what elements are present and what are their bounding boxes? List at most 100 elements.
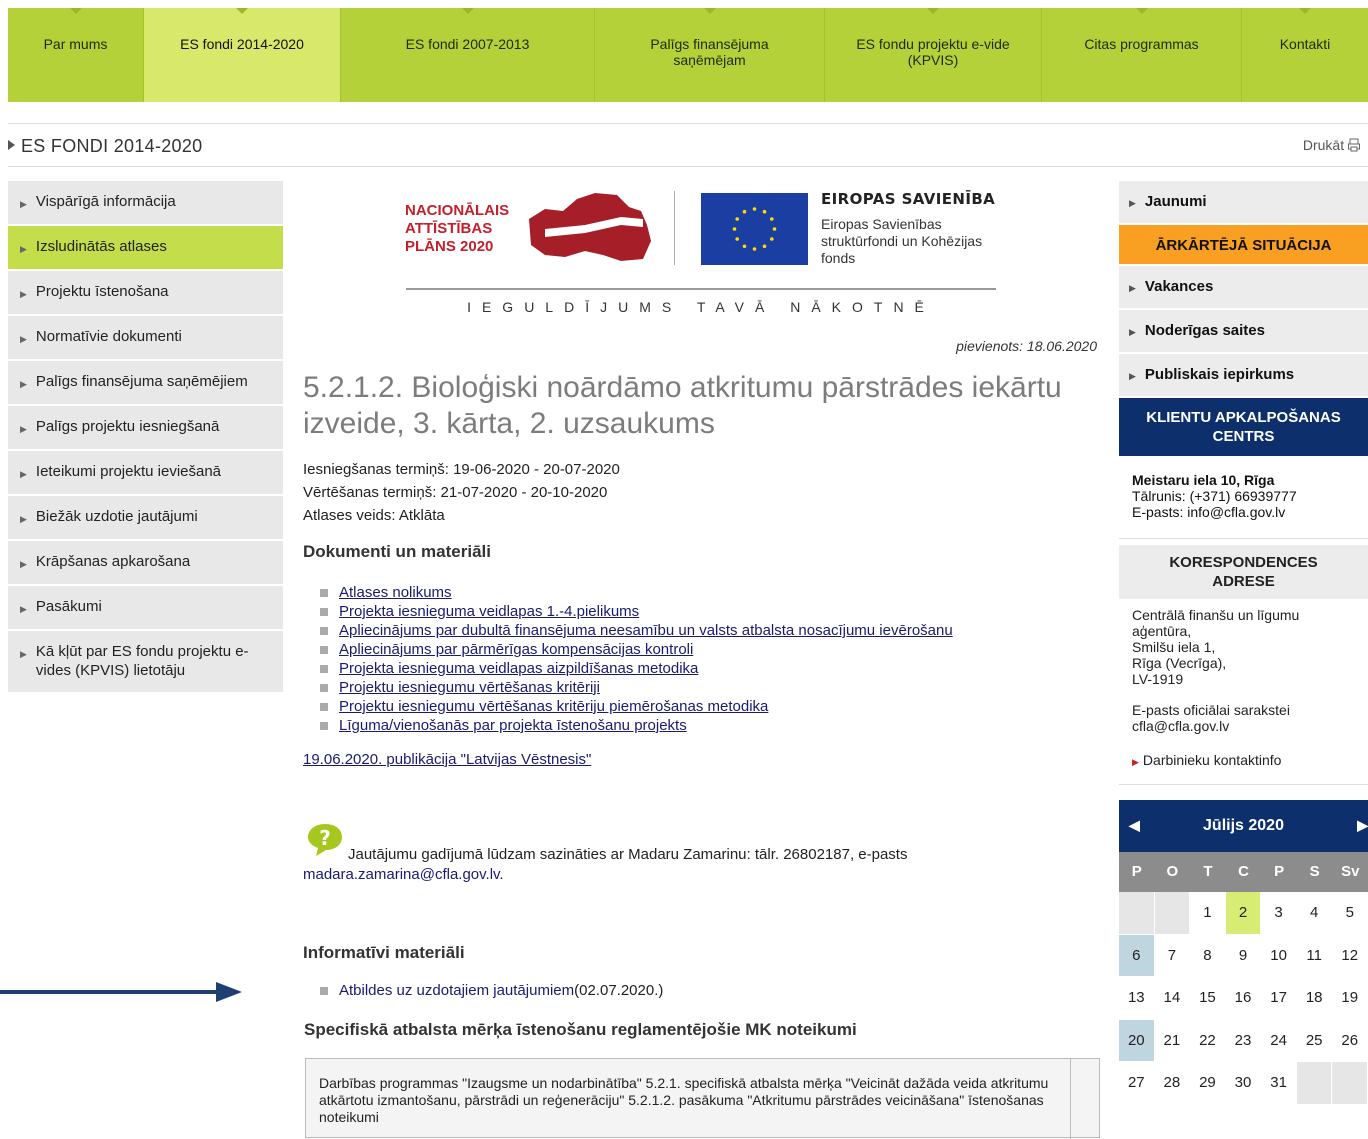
calendar-day[interactable]: 21 xyxy=(1154,1019,1191,1062)
bullet-icon xyxy=(320,683,328,692)
answers-link[interactable]: Atbildes uz uzdotajiem jautājumiem xyxy=(339,982,574,999)
documents-list: Atlases nolikums Projekta iesnieguma vei… xyxy=(320,583,953,735)
nav-es-fondi-2014-2020[interactable]: ES fondi 2014-2020 xyxy=(144,8,341,102)
calendar-day[interactable]: 29 xyxy=(1190,1062,1226,1105)
correspondence-title: KORESPONDENCES ADRESE xyxy=(1169,554,1318,590)
document-link[interactable]: Apliecinājums par dubultā finansējuma ne… xyxy=(339,621,953,640)
nap-line: NACIONĀLAIS xyxy=(405,202,510,219)
left-menu-item[interactable]: ▶ Palīgs finansējuma saņēmējiem xyxy=(8,361,283,406)
left-menu-item[interactable]: ▶ Krāpšanas apkarošana xyxy=(8,541,283,586)
left-menu-item[interactable]: ▶ Normatīvie dokumenti xyxy=(8,316,283,361)
calendar-day[interactable]: 7 xyxy=(1154,934,1191,977)
page-title: 5.2.1.2. Bioloģiski noārdāmo atkritumu p… xyxy=(303,371,1062,440)
left-menu-item[interactable]: ▶ Pasākumi xyxy=(8,586,283,631)
publication-link[interactable]: 19.06.2020. publikācija "Latvijas Vēstne… xyxy=(303,751,591,768)
list-item: Projekta iesnieguma veidlapas 1.-4.pieli… xyxy=(320,602,953,621)
nav-es-fondu-evide[interactable]: ES fondu projektu e-vide (KPVIS) xyxy=(825,8,1042,102)
email-label: E-pasts oficiālai sarakstei xyxy=(1132,702,1290,718)
document-link[interactable]: Projektu iesniegumu vērtēšanas kritēriju… xyxy=(339,697,768,716)
document-link[interactable]: Apliecinājums par pārmērīgas kompensācij… xyxy=(339,640,693,659)
calendar-day[interactable]: 25 xyxy=(1296,1019,1333,1062)
calendar-day[interactable]: 28 xyxy=(1154,1062,1191,1105)
document-link[interactable]: Atlases nolikums xyxy=(339,583,452,602)
weekday-label: O xyxy=(1166,863,1179,880)
table-column-divider xyxy=(1070,1059,1071,1139)
email-line: E-pasts: info@cfla.gov.lv xyxy=(1132,504,1286,520)
latvia-map-icon xyxy=(529,193,651,261)
bullet-icon xyxy=(320,645,328,654)
calendar-day[interactable]: 23 xyxy=(1225,1019,1262,1062)
list-item: Līguma/vienošanās par projekta īstenošan… xyxy=(320,716,953,735)
calendar-day[interactable]: 10 xyxy=(1261,934,1297,977)
calendar-day[interactable]: 14 xyxy=(1154,977,1191,1020)
calendar-day[interactable]: 11 xyxy=(1296,934,1333,977)
sidebar-item-iepirkums[interactable]: ▶ Publiskais iepirkums xyxy=(1119,354,1368,398)
document-link[interactable]: Projektu iesniegumu vērtēšanas kritēriji xyxy=(339,678,600,697)
divider xyxy=(8,123,1368,124)
arrow-right-icon: ▶ xyxy=(1132,757,1139,767)
calendar-day[interactable]: 8 xyxy=(1190,934,1226,977)
calendar-day[interactable]: 20 xyxy=(1119,1019,1155,1062)
calendar-day[interactable]: 30 xyxy=(1225,1062,1262,1105)
menu-label: Kā kļūt par ES fondu projektu e-vides (K… xyxy=(35,643,249,679)
calendar-day[interactable]: 24 xyxy=(1261,1019,1297,1062)
left-menu-item[interactable]: ▶ Projektu īstenošana xyxy=(8,271,283,316)
contact-email-link[interactable]: madara.zamarina@cfla.gov.lv xyxy=(303,866,499,883)
nav-es-fondi-2007-2013[interactable]: ES fondi 2007-2013 xyxy=(341,8,595,102)
nap-line: PLĀNS 2020 xyxy=(405,238,494,255)
invest-slogan: IEGULDĪJUMS TAVĀ NĀKOTNĒ xyxy=(467,299,935,315)
calendar-day[interactable]: 5 xyxy=(1332,892,1368,935)
eu-description: Eiropas Savienības struktūrfondi un Kohē… xyxy=(821,216,983,266)
main-content: NACIONĀLAIS ATTĪSTĪBAS PLĀNS 2020 EIROPA… xyxy=(303,181,1100,1139)
calendar-day[interactable]: 22 xyxy=(1190,1019,1226,1062)
left-menu-item[interactable]: ▶ Vispārīgā informācija xyxy=(8,181,283,226)
calendar-day[interactable]: 2 xyxy=(1225,892,1262,935)
calendar-day[interactable]: 1 xyxy=(1190,892,1226,935)
document-link[interactable]: Projekta iesnieguma veidlapas 1.-4.pieli… xyxy=(339,602,639,621)
document-link[interactable]: Līguma/vienošanās par projekta īstenošan… xyxy=(339,716,687,735)
calendar-week: 12345 xyxy=(1119,892,1368,935)
calendar-day[interactable]: 31 xyxy=(1261,1062,1297,1105)
contact-message: Jautājumu gadījumā lūdzam sazināties ar … xyxy=(348,846,908,863)
list-item: Atbildes uz uzdotajiem jautājumiem (02.0… xyxy=(320,982,663,999)
address-line: Centrālā finanšu un līgumu aģentūra, xyxy=(1132,607,1300,639)
bullet-icon: ▶ xyxy=(20,604,27,614)
calendar-day[interactable]: 13 xyxy=(1119,977,1155,1020)
calendar-day[interactable]: 9 xyxy=(1225,934,1262,977)
divider xyxy=(674,191,675,265)
calendar-day[interactable]: 4 xyxy=(1296,892,1333,935)
sidebar-item-jaunumi[interactable]: ▶ Jaunumi xyxy=(1119,181,1368,225)
nav-citas-programmas[interactable]: Citas programmas xyxy=(1042,8,1242,102)
chevron-left-icon[interactable]: ◀ xyxy=(1129,817,1140,834)
calendar-day[interactable]: 16 xyxy=(1225,977,1262,1020)
call-meta: Iesniegšanas termiņš: 19-06-2020 - 20-07… xyxy=(303,458,620,527)
document-link[interactable]: Projekta iesnieguma veidlapas aizpildīša… xyxy=(339,659,698,678)
sidebar-item-saites[interactable]: ▶ Noderīgas saites xyxy=(1119,310,1368,354)
sidebar-item-vakances[interactable]: ▶ Vakances xyxy=(1119,266,1368,310)
emergency-banner[interactable]: ĀRKĀRTĒJĀ SITUĀCIJA xyxy=(1119,225,1368,266)
chevron-right-icon[interactable]: ▶ xyxy=(1357,817,1368,834)
bullet-icon xyxy=(320,986,328,995)
nav-paligs-finansejuma[interactable]: Palīgs finansējuma saņēmējam xyxy=(595,8,825,102)
calendar-day[interactable]: 6 xyxy=(1119,934,1155,977)
calendar-day[interactable]: 26 xyxy=(1332,1019,1368,1062)
calendar-day[interactable]: 27 xyxy=(1119,1062,1155,1105)
left-menu-item[interactable]: ▶ Palīgs projektu iesniegšanā xyxy=(8,406,283,451)
print-button[interactable]: Drukāt xyxy=(1303,137,1360,153)
calendar-day[interactable]: 12 xyxy=(1332,934,1368,977)
sidebar-label: Jaunumi xyxy=(1144,193,1207,210)
calendar-day[interactable]: 18 xyxy=(1296,977,1333,1020)
weekday-label: S xyxy=(1309,863,1320,880)
calendar-day[interactable]: 19 xyxy=(1332,977,1368,1020)
calendar-day[interactable]: 15 xyxy=(1190,977,1226,1020)
calendar-day[interactable]: 3 xyxy=(1261,892,1297,935)
staff-contacts-link[interactable]: ▶ Darbinieku kontaktinfo xyxy=(1119,734,1368,785)
official-email: cfla@cfla.gov.lv xyxy=(1132,718,1230,734)
calendar-day[interactable]: 17 xyxy=(1261,977,1297,1020)
left-menu-item[interactable]: ▶ Kā kļūt par ES fondu projektu e-vides (… xyxy=(8,631,283,694)
nav-kontakti[interactable]: Kontakti xyxy=(1242,8,1368,102)
left-menu-item[interactable]: ▶ Biežāk uzdotie jautājumi xyxy=(8,496,283,541)
left-menu-item-active[interactable]: ▶ Izsludinātās atlases xyxy=(8,226,283,271)
nav-par-mums[interactable]: Par mums xyxy=(8,8,144,102)
left-menu-item[interactable]: ▶ Ieteikumi projektu ieviešanā xyxy=(8,451,283,496)
